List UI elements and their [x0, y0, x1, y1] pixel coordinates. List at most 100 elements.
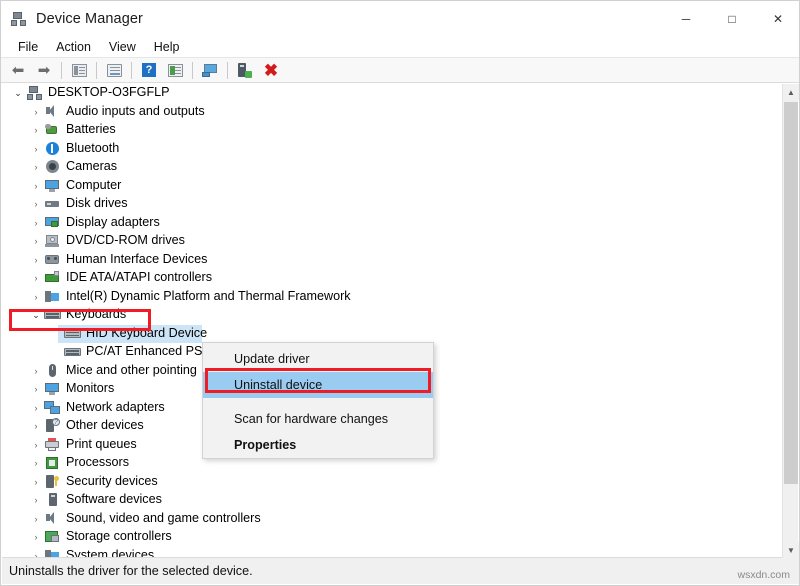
- help-icon[interactable]: ?: [136, 59, 162, 82]
- menu-file[interactable]: File: [9, 38, 47, 56]
- chevron-right-icon[interactable]: ›: [28, 269, 44, 287]
- tree-item-dvd-cd-rom-drives[interactable]: ›DVD/CD-ROM drives: [2, 232, 784, 251]
- show-hide-console-tree-icon[interactable]: [66, 59, 92, 82]
- storage-controller-icon: [44, 529, 61, 545]
- scan-glyph: [168, 64, 183, 77]
- close-button[interactable]: ✕: [755, 1, 800, 37]
- status-bar-text: Uninstalls the driver for the selected d…: [9, 564, 253, 578]
- menu-view[interactable]: View: [100, 38, 145, 56]
- chevron-right-icon[interactable]: ›: [28, 473, 44, 491]
- tree-item-software-devices[interactable]: › Software devices: [2, 491, 784, 510]
- device-tree[interactable]: ⌄ DESKTOP-O3FGFLP ›Audio inputs and outp…: [2, 84, 784, 558]
- chevron-right-icon[interactable]: ›: [28, 362, 44, 380]
- context-menu-update-driver[interactable]: Update driver: [203, 346, 433, 372]
- chevron-right-icon[interactable]: ›: [28, 251, 44, 269]
- ide-controller-icon: [44, 270, 61, 286]
- tree-item-bluetooth[interactable]: ›Bluetooth: [2, 140, 784, 159]
- chevron-right-icon[interactable]: ›: [28, 177, 44, 195]
- battery-icon: [44, 122, 61, 138]
- minimize-button[interactable]: ─: [663, 1, 709, 37]
- chevron-right-icon[interactable]: ›: [28, 417, 44, 435]
- context-menu-uninstall-device-label: Uninstall device: [234, 378, 322, 392]
- menu-bar: File Action View Help: [1, 37, 800, 58]
- tree-item-security-devices[interactable]: ›Security devices: [2, 473, 784, 492]
- update-driver-icon[interactable]: [232, 59, 258, 82]
- tree-item-hid-keyboard-device[interactable]: HID Keyboard Device: [2, 325, 784, 344]
- context-menu-scan-for-hardware-changes[interactable]: Scan for hardware changes: [203, 406, 433, 432]
- tree-item-cameras[interactable]: ›Cameras: [2, 158, 784, 177]
- chevron-right-icon[interactable]: ›: [28, 232, 44, 250]
- maximize-button[interactable]: □: [709, 1, 755, 37]
- tree-item-computer[interactable]: › Computer: [2, 177, 784, 196]
- tree-item-disk-drives[interactable]: ›Disk drives: [2, 195, 784, 214]
- scroll-up-arrow-icon[interactable]: ▲: [783, 84, 799, 100]
- context-menu-properties-label: Properties: [234, 438, 296, 452]
- title-bar: Device Manager ─ □ ✕: [1, 1, 800, 37]
- software-device-icon: [44, 492, 61, 508]
- tree-item-sound-video-and-game-controllers[interactable]: ›Sound, video and game controllers: [2, 510, 784, 529]
- context-menu-properties[interactable]: Properties: [203, 432, 433, 458]
- tree-item-label: Network adapters: [66, 401, 165, 415]
- tree-item-intel-r-dynamic-platform-and-thermal-framework[interactable]: ›Intel(R) Dynamic Platform and Thermal F…: [2, 288, 784, 307]
- chevron-right-icon[interactable]: ›: [28, 140, 44, 158]
- uninstall-device-icon[interactable]: ✖: [258, 59, 284, 82]
- chevron-right-icon[interactable]: ›: [28, 380, 44, 398]
- uninstall-x-glyph: ✖: [264, 62, 278, 79]
- context-menu-uninstall-device[interactable]: Uninstall device: [203, 372, 433, 398]
- window-title: Device Manager: [36, 11, 143, 27]
- scrollbar-thumb[interactable]: [784, 102, 798, 484]
- context-menu[interactable]: Update driver Uninstall device Scan for …: [202, 342, 434, 459]
- chevron-right-icon[interactable]: ›: [28, 103, 44, 121]
- speaker-icon: [44, 104, 61, 120]
- scan-for-hardware-changes-icon[interactable]: [162, 59, 188, 82]
- security-device-icon: [44, 474, 61, 490]
- help-glyph: ?: [142, 63, 156, 77]
- tree-item-display-adapters[interactable]: › Display adapters: [2, 214, 784, 233]
- display-glyph: [202, 64, 218, 77]
- properties-icon[interactable]: [101, 59, 127, 82]
- tree-item-keyboards[interactable]: ⌄Keyboards: [2, 306, 784, 325]
- tree-item-label: Computer: [66, 179, 121, 193]
- chevron-right-icon[interactable]: ›: [28, 528, 44, 546]
- keyboard-icon: [44, 307, 61, 323]
- tree-item-batteries[interactable]: ›Batteries: [2, 121, 784, 140]
- chevron-right-icon[interactable]: ›: [28, 399, 44, 417]
- tree-item-label: Software devices: [66, 493, 162, 507]
- chevron-right-icon[interactable]: ›: [28, 214, 44, 232]
- menu-help[interactable]: Help: [145, 38, 189, 56]
- menu-action[interactable]: Action: [47, 38, 100, 56]
- vertical-scrollbar[interactable]: ▲ ▼: [782, 84, 798, 558]
- chevron-right-icon[interactable]: ›: [28, 195, 44, 213]
- tree-item-human-interface-devices[interactable]: ›Human Interface Devices: [2, 251, 784, 270]
- tree-item-ide-ata-atapi-controllers[interactable]: › IDE ATA/ATAPI controllers: [2, 269, 784, 288]
- chevron-right-icon[interactable]: ›: [28, 288, 44, 306]
- tree-item-storage-controllers[interactable]: ›Storage controllers: [2, 528, 784, 547]
- toolbar-separator-1: [61, 62, 62, 79]
- chevron-down-icon[interactable]: ⌄: [28, 306, 44, 324]
- chevron-down-icon[interactable]: ⌄: [10, 84, 26, 102]
- tree-item-audio-inputs-and-outputs[interactable]: ›Audio inputs and outputs: [2, 103, 784, 122]
- chevron-right-icon[interactable]: ›: [28, 121, 44, 139]
- update-driver-glyph: [238, 63, 252, 78]
- console-tree-glyph: [72, 64, 87, 77]
- chevron-right-icon[interactable]: ›: [28, 436, 44, 454]
- context-menu-scan-label: Scan for hardware changes: [234, 412, 388, 426]
- chevron-right-icon[interactable]: ›: [28, 491, 44, 509]
- tree-item-label: Display adapters: [66, 216, 160, 230]
- disk-icon: [44, 196, 61, 212]
- chevron-right-icon[interactable]: ›: [28, 510, 44, 528]
- forward-arrow-icon[interactable]: ➡: [31, 59, 57, 82]
- back-arrow-icon[interactable]: ⬅: [5, 59, 31, 82]
- monitor-icon: [44, 381, 61, 397]
- chevron-right-icon[interactable]: ›: [28, 158, 44, 176]
- device-manager-icon: [11, 11, 27, 27]
- chevron-right-icon[interactable]: ›: [28, 454, 44, 472]
- update-driver-display-icon[interactable]: [197, 59, 223, 82]
- speaker-icon: [44, 511, 61, 527]
- tree-item-label: IDE ATA/ATAPI controllers: [66, 271, 212, 285]
- display-adapter-icon: [44, 215, 61, 231]
- tree-item-root[interactable]: ⌄ DESKTOP-O3FGFLP: [2, 84, 784, 103]
- scroll-down-arrow-icon[interactable]: ▼: [783, 542, 799, 558]
- tree-item-label: HID Keyboard Device: [86, 327, 207, 341]
- camera-icon: [44, 159, 61, 175]
